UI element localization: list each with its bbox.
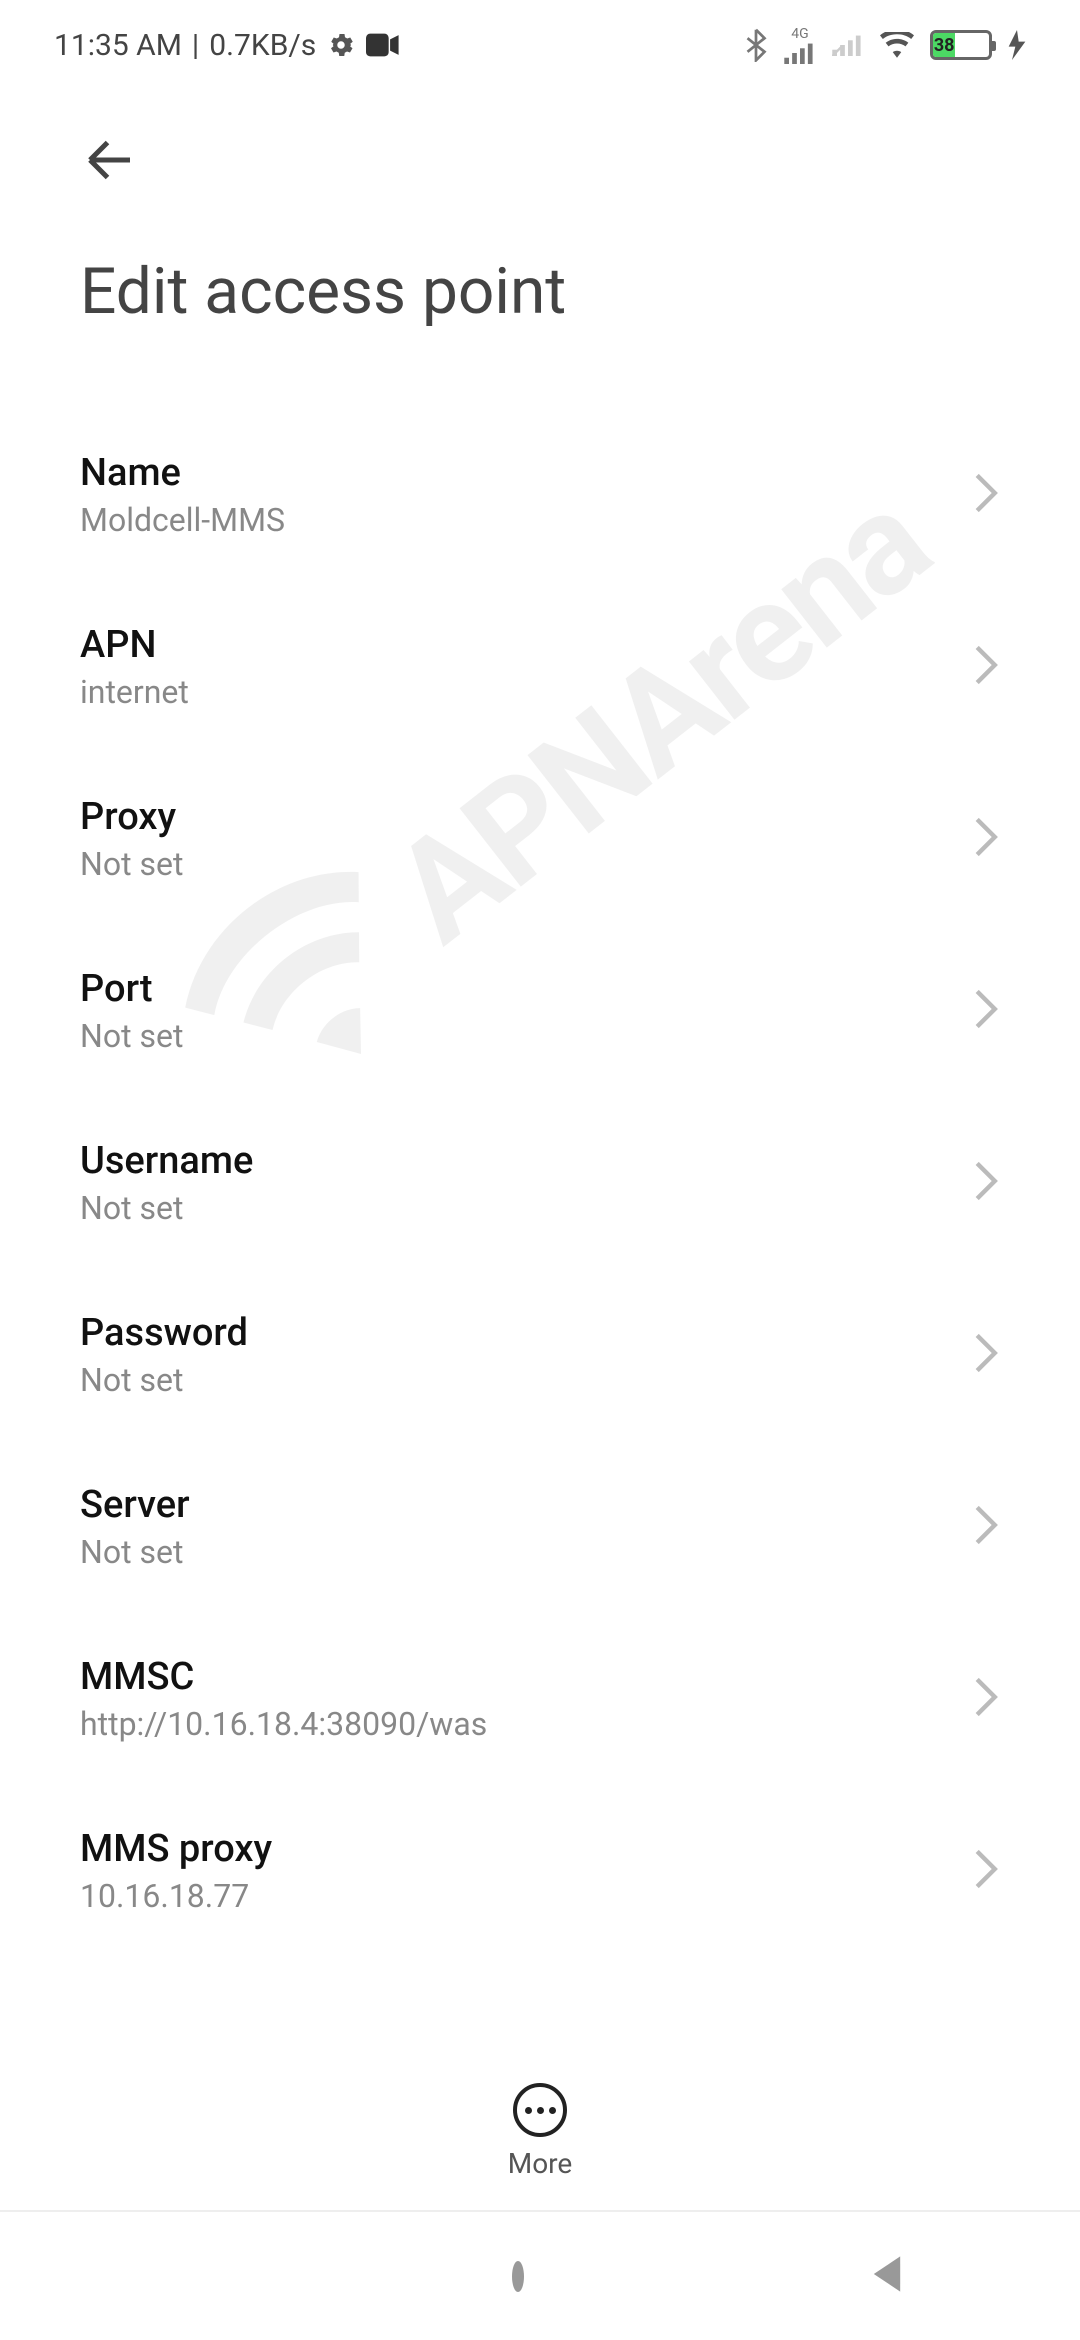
setting-name[interactable]: Name Moldcell-MMS bbox=[0, 409, 1080, 581]
status-separator: | bbox=[192, 28, 199, 63]
circle-icon bbox=[512, 2261, 524, 2292]
nav-back-button[interactable] bbox=[865, 2252, 909, 2300]
setting-value: Not set bbox=[80, 1189, 253, 1227]
nav-home-button[interactable] bbox=[512, 2267, 524, 2286]
setting-value: internet bbox=[80, 673, 189, 711]
triangle-left-icon bbox=[865, 2281, 909, 2300]
setting-label: Server bbox=[80, 1483, 190, 1527]
chevron-right-icon bbox=[972, 987, 1000, 1035]
battery-icon: 38 bbox=[930, 30, 992, 60]
wifi-status-icon bbox=[880, 32, 914, 58]
setting-mmsc[interactable]: MMSC http://10.16.18.4:38090/was bbox=[0, 1613, 1080, 1785]
setting-proxy[interactable]: Proxy Not set bbox=[0, 753, 1080, 925]
setting-label: Username bbox=[80, 1139, 253, 1183]
setting-label: MMSC bbox=[80, 1655, 487, 1699]
setting-mms-proxy[interactable]: MMS proxy 10.16.18.77 bbox=[0, 1785, 1080, 1957]
settings-list: Name Moldcell-MMS APN internet Proxy Not… bbox=[0, 409, 1080, 1957]
navigation-bar bbox=[0, 2210, 1080, 2340]
setting-value: Not set bbox=[80, 1533, 190, 1571]
bluetooth-icon bbox=[744, 28, 768, 62]
status-bar: 11:35 AM | 0.7KB/s 4G bbox=[0, 0, 1080, 90]
charging-icon bbox=[1008, 30, 1026, 60]
signal-4g-icon: 4G bbox=[784, 26, 816, 64]
setting-value: Not set bbox=[80, 1017, 183, 1055]
setting-server[interactable]: Server Not set bbox=[0, 1441, 1080, 1613]
status-time: 11:35 AM bbox=[54, 28, 182, 63]
setting-label: Name bbox=[80, 451, 285, 495]
more-button[interactable]: More bbox=[508, 2083, 573, 2180]
chevron-right-icon bbox=[972, 1847, 1000, 1895]
setting-label: Password bbox=[80, 1311, 248, 1355]
chevron-right-icon bbox=[972, 1503, 1000, 1551]
setting-label: APN bbox=[80, 623, 189, 667]
setting-label: Port bbox=[80, 967, 183, 1011]
back-button[interactable] bbox=[80, 175, 140, 194]
setting-value: Moldcell-MMS bbox=[80, 501, 285, 539]
chevron-right-icon bbox=[972, 815, 1000, 863]
video-icon bbox=[366, 33, 400, 57]
setting-port[interactable]: Port Not set bbox=[0, 925, 1080, 1097]
bottom-action-bar: More bbox=[0, 2053, 1080, 2180]
chevron-right-icon bbox=[972, 1159, 1000, 1207]
more-label: More bbox=[508, 2147, 573, 2180]
more-icon bbox=[513, 2083, 567, 2137]
setting-password[interactable]: Password Not set bbox=[0, 1269, 1080, 1441]
setting-apn[interactable]: APN internet bbox=[0, 581, 1080, 753]
chevron-right-icon bbox=[972, 643, 1000, 691]
status-data-rate: 0.7KB/s bbox=[209, 28, 316, 63]
setting-label: MMS proxy bbox=[80, 1827, 272, 1871]
setting-username[interactable]: Username Not set bbox=[0, 1097, 1080, 1269]
gear-icon bbox=[326, 30, 356, 60]
setting-label: Proxy bbox=[80, 795, 183, 839]
setting-value: http://10.16.18.4:38090/was bbox=[80, 1705, 487, 1743]
page-title: Edit access point bbox=[0, 214, 1080, 409]
chevron-right-icon bbox=[972, 1331, 1000, 1379]
setting-value: Not set bbox=[80, 1361, 248, 1399]
chevron-right-icon bbox=[972, 471, 1000, 519]
signal-no-sim-icon bbox=[832, 34, 864, 56]
setting-value: Not set bbox=[80, 845, 183, 883]
chevron-right-icon bbox=[972, 1675, 1000, 1723]
setting-value: 10.16.18.77 bbox=[80, 1877, 272, 1915]
